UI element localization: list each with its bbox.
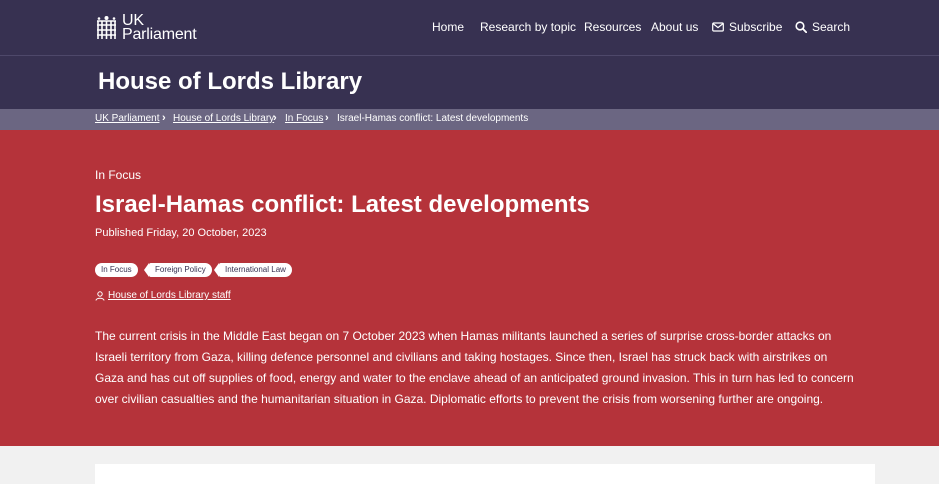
published-date: Published Friday, 20 October, 2023 — [95, 227, 267, 239]
article-kicker: In Focus — [95, 168, 142, 182]
article-hero: In Focus Israel-Hamas conflict: Latest d… — [0, 130, 939, 446]
chevron-right-icon: › — [325, 112, 329, 124]
breadcrumb-current-page: Israel-Hamas conflict: Latest developmen… — [337, 113, 529, 124]
breadcrumb-uk-parliament[interactable]: UK Parliament — [95, 113, 159, 124]
nav-resources[interactable]: Resources — [584, 20, 641, 34]
person-icon — [95, 290, 105, 301]
logo-text: UK Parliament — [122, 13, 197, 43]
breadcrumb-house-of-lords-library[interactable]: House of Lords Library — [173, 113, 274, 124]
author-link[interactable]: House of Lords Library staff — [108, 290, 231, 301]
nav-about-label: About us — [651, 20, 699, 34]
chevron-right-icon: › — [273, 112, 277, 124]
nav-research-label: Research by topic — [480, 20, 577, 34]
tag-foreign-policy[interactable]: Foreign Policy — [144, 263, 212, 277]
nav-subscribe-label: Subscribe — [729, 20, 783, 34]
portcullis-icon — [97, 16, 116, 39]
author-line: House of Lords Library staff — [95, 290, 231, 301]
search-icon — [795, 21, 807, 33]
logo-line-parliament: Parliament — [122, 26, 197, 43]
nav-resources-label: Resources — [584, 20, 642, 34]
top-navigation-bar: UK Parliament Home Research by topic Res… — [0, 0, 939, 56]
article-title: Israel-Hamas conflict: Latest developmen… — [95, 191, 590, 218]
nav-search[interactable]: Search — [795, 20, 850, 34]
chevron-right-icon: › — [162, 112, 166, 124]
nav-about-us[interactable]: About us — [651, 20, 698, 34]
nav-home[interactable]: Home — [432, 20, 464, 34]
article-summary: The current crisis in the Middle East be… — [95, 329, 854, 406]
envelope-icon — [712, 22, 724, 32]
uk-parliament-logo[interactable]: UK Parliament — [95, 13, 197, 43]
nav-search-label: Search — [812, 20, 851, 34]
section-title[interactable]: House of Lords Library — [98, 68, 362, 96]
nav-home-label: Home — [432, 20, 465, 34]
nav-subscribe[interactable]: Subscribe — [712, 20, 782, 34]
breadcrumb-in-focus[interactable]: In Focus — [285, 113, 323, 124]
section-banner: House of Lords Library — [0, 56, 939, 109]
tag-in-focus[interactable]: In Focus — [95, 263, 138, 277]
tag-international-law[interactable]: International Law — [214, 263, 292, 277]
content-card — [95, 464, 875, 484]
breadcrumb: UK Parliament › House of Lords Library ›… — [0, 109, 939, 130]
nav-research-by-topic[interactable]: Research by topic — [480, 20, 576, 34]
